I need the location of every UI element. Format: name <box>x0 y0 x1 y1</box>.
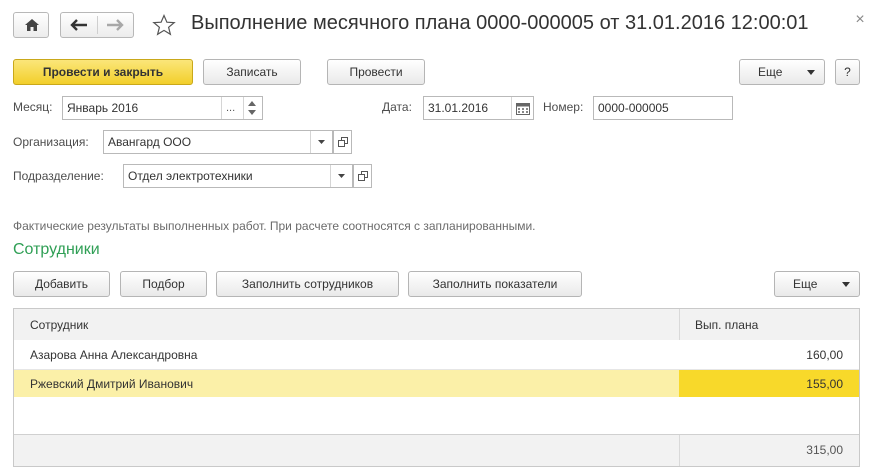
employee-name-cell: Ржевский Дмитрий Иванович <box>30 377 194 391</box>
favorite-star-icon[interactable] <box>152 14 176 36</box>
plan-value-cell: 155,00 <box>806 377 843 391</box>
month-up-icon[interactable] <box>248 101 256 106</box>
org-field[interactable]: Авангард ООО <box>103 130 333 154</box>
org-open-button[interactable] <box>333 130 352 154</box>
table-row[interactable]: Азарова Анна Александровна 160,00 <box>14 340 859 369</box>
post-button[interactable]: Провести <box>327 59 425 85</box>
dept-field[interactable]: Отдел электротехники <box>123 164 353 188</box>
month-select-button[interactable]: ... <box>226 97 235 119</box>
month-down-icon[interactable] <box>248 110 256 115</box>
employee-name-cell: Азарова Анна Александровна <box>30 348 198 362</box>
dropdown-arrow-icon <box>842 282 850 287</box>
post-and-close-button[interactable]: Провести и закрыть <box>13 59 193 85</box>
employees-section-title: Сотрудники <box>13 241 100 258</box>
month-label: Месяц: <box>13 100 53 114</box>
add-button[interactable]: Добавить <box>13 271 110 297</box>
plan-value-cell-active[interactable]: 155,00 <box>679 370 859 397</box>
date-value: 31.01.2016 <box>428 101 489 115</box>
pick-button[interactable]: Подбор <box>120 271 207 297</box>
number-label: Номер: <box>543 100 584 114</box>
save-button[interactable]: Записать <box>203 59 301 85</box>
more-label: Еще <box>758 65 783 79</box>
dept-label: Подразделение: <box>13 169 104 183</box>
date-field[interactable]: 31.01.2016 <box>423 96 534 120</box>
plan-value-cell: 160,00 <box>806 348 843 362</box>
org-value: Авангард ООО <box>108 135 192 149</box>
table-more-button[interactable]: Еще <box>774 271 860 297</box>
page-title: Выполнение месячного плана 0000-000005 о… <box>191 12 809 34</box>
org-label: Организация: <box>13 135 89 149</box>
employees-table: Сотрудник Вып. плана Азарова Анна Алекса… <box>13 308 860 467</box>
back-arrow-icon[interactable] <box>69 19 89 31</box>
close-icon: × <box>855 11 865 28</box>
date-label: Дата: <box>382 100 412 114</box>
org-dropdown-icon[interactable] <box>318 140 325 144</box>
hint-text: Фактические результаты выполненных работ… <box>13 219 536 233</box>
table-row-selected[interactable]: Ржевский Дмитрий Иванович 155,00 <box>14 370 859 397</box>
home-icon <box>24 18 40 32</box>
dept-value: Отдел электротехники <box>128 169 253 183</box>
dropdown-arrow-icon <box>807 70 815 75</box>
more-button[interactable]: Еще <box>739 59 825 85</box>
table-footer: 315,00 <box>14 435 859 466</box>
calendar-icon[interactable] <box>516 102 530 115</box>
nav-group <box>60 12 134 38</box>
dept-dropdown-icon[interactable] <box>338 174 345 178</box>
home-button[interactable] <box>13 12 49 38</box>
open-icon <box>338 137 348 147</box>
column-header-plan[interactable]: Вып. плана <box>695 318 758 332</box>
column-header-employee[interactable]: Сотрудник <box>30 318 88 332</box>
table-header: Сотрудник Вып. плана <box>14 309 859 341</box>
forward-arrow-icon[interactable] <box>105 19 125 31</box>
number-field[interactable]: 0000-000005 <box>593 96 733 120</box>
total-value: 315,00 <box>806 443 843 457</box>
table-more-label: Еще <box>793 277 818 291</box>
open-icon <box>358 171 368 181</box>
fill-indicators-button[interactable]: Заполнить показатели <box>408 271 582 297</box>
month-value: Январь 2016 <box>67 101 139 115</box>
fill-employees-button[interactable]: Заполнить сотрудников <box>216 271 399 297</box>
close-button[interactable]: × <box>852 12 868 28</box>
month-field[interactable]: Январь 2016 ... <box>62 96 263 120</box>
dept-open-button[interactable] <box>353 164 372 188</box>
help-button[interactable]: ? <box>835 59 860 85</box>
